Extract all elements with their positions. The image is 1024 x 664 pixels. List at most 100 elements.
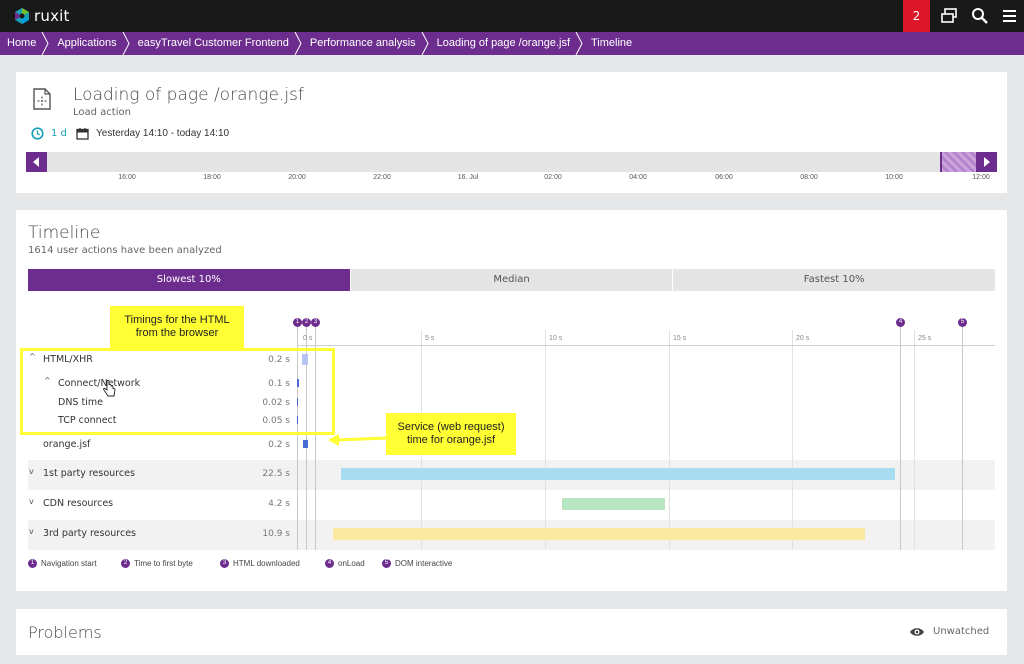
time-axis: [297, 345, 995, 346]
breadcrumb-action[interactable]: Loading of page /orange.jsf: [430, 32, 584, 55]
row-first-party-resources[interactable]: 1st party resources: [43, 468, 135, 479]
legend-marker: 1: [28, 559, 37, 568]
bar-orange-jsf[interactable]: [303, 440, 308, 448]
page-load-icon: [33, 88, 51, 110]
legend-marker: 5: [382, 559, 391, 568]
chevron-left-icon: [33, 157, 39, 167]
slider-prev-button[interactable]: [26, 152, 47, 172]
clock-icon[interactable]: [31, 127, 44, 140]
row-third-party-resources[interactable]: 3rd party resources: [43, 528, 136, 539]
row-value: 4.2 s: [268, 499, 290, 509]
chevron-down-icon[interactable]: v: [29, 467, 34, 476]
legend-item: 5 DOM interactive: [382, 559, 452, 568]
marker-html-downloaded[interactable]: 3: [311, 318, 320, 327]
calendar-icon[interactable]: [76, 127, 89, 140]
marker-dom-interactive[interactable]: 5: [958, 318, 967, 327]
legend-marker: 3: [220, 559, 229, 568]
slider-next-button[interactable]: [976, 152, 997, 172]
legend-item: 4 onLoad: [325, 559, 365, 568]
grid-line: [914, 330, 915, 550]
tab-median[interactable]: Median: [350, 269, 674, 291]
marker-line: [962, 325, 963, 550]
scale-label: 0 s: [303, 335, 313, 342]
problems-title: Problems: [28, 623, 102, 642]
row-value: 10.9 s: [262, 529, 290, 539]
breadcrumb-home[interactable]: Home: [0, 32, 50, 55]
slider-tick: 12:00: [972, 174, 990, 181]
slider-tick: 18:00: [203, 174, 221, 181]
timeframe-selector[interactable]: 1 d: [51, 128, 67, 139]
breadcrumb-application[interactable]: easyTravel Customer Frontend: [131, 32, 303, 55]
legend-label: Time to first byte: [134, 559, 193, 568]
breadcrumb: Home Applications easyTravel Customer Fr…: [0, 32, 1024, 55]
app-logo[interactable]: ruxit: [13, 7, 70, 25]
grid-line: [792, 330, 793, 550]
marker-first-byte[interactable]: 2: [302, 318, 311, 327]
chevron-right-icon: [984, 157, 990, 167]
slider-selection-handle[interactable]: [940, 152, 976, 172]
slider-tick: 06:00: [715, 174, 733, 181]
legend-item: 1 Navigation start: [28, 559, 97, 568]
legend-label: onLoad: [338, 559, 365, 568]
watch-toggle[interactable]: Unwatched: [909, 626, 989, 637]
bar-cdn-resources[interactable]: [562, 498, 665, 510]
tab-slowest[interactable]: Slowest 10%: [28, 269, 351, 291]
legend-marker: 4: [325, 559, 334, 568]
slider-tick: 16:00: [118, 174, 136, 181]
problems-panel: Problems Unwatched: [16, 609, 1007, 655]
page-subtitle: Load action: [73, 107, 131, 118]
scale-label: 10 s: [549, 335, 563, 342]
legend-label: DOM interactive: [395, 559, 453, 568]
top-bar: ruxit 2: [0, 0, 1024, 32]
notification-badge[interactable]: 2: [903, 0, 930, 32]
marker-onload[interactable]: 4: [896, 318, 905, 327]
ruxit-logo-icon: [15, 8, 29, 24]
cursor-icon: [103, 380, 116, 397]
bar-first-party-resources[interactable]: [341, 468, 895, 480]
slider-tick: 16. Jul: [457, 174, 479, 181]
row-value: 22.5 s: [262, 469, 290, 479]
search-icon[interactable]: [970, 6, 990, 26]
percentile-tabs: Slowest 10% Median Fastest 10%: [28, 269, 996, 291]
legend-label: Navigation start: [41, 559, 97, 568]
grid-line: [669, 330, 670, 550]
legend-item: 3 HTML downloaded: [220, 559, 300, 568]
html-timings-highlight: [20, 348, 335, 435]
marker-navigation-start[interactable]: 1: [293, 318, 302, 327]
legend-marker: 2: [121, 559, 130, 568]
scale-label: 5 s: [425, 335, 435, 342]
watch-label: Unwatched: [933, 626, 990, 637]
row-cdn-resources[interactable]: CDN resources: [43, 498, 113, 509]
grid-line: [545, 330, 546, 550]
chevron-down-icon[interactable]: v: [29, 527, 34, 536]
legend-label: HTML downloaded: [233, 559, 300, 568]
scale-label: 20 s: [796, 335, 810, 342]
tab-fastest[interactable]: Fastest 10%: [673, 269, 996, 291]
logo-text: ruxit: [34, 7, 70, 25]
timeline-subtitle: 1614 user actions have been analyzed: [28, 245, 222, 256]
scale-label: 25 s: [918, 335, 932, 342]
slider-tick: 02:00: [544, 174, 562, 181]
menu-icon[interactable]: [1000, 6, 1020, 26]
timeframe-slider[interactable]: [26, 152, 996, 172]
windows-icon[interactable]: [939, 6, 959, 26]
breadcrumb-applications[interactable]: Applications: [50, 32, 130, 55]
html-timings-callout: Timings for the HTML from the browser: [110, 306, 244, 348]
marker-line: [900, 325, 901, 550]
row-orange-jsf[interactable]: orange.jsf: [43, 439, 90, 450]
breadcrumb-performance[interactable]: Performance analysis: [303, 32, 430, 55]
chevron-down-icon[interactable]: v: [29, 497, 34, 506]
scale-label: 15 s: [673, 335, 687, 342]
action-header-panel: Loading of page /orange.jsf Load action …: [16, 72, 1007, 193]
service-callout: Service (web request) time for orange.js…: [386, 413, 516, 455]
bar-third-party-resources[interactable]: [333, 528, 865, 540]
eye-icon: [910, 627, 924, 636]
slider-tick: 10:00: [885, 174, 903, 181]
row-value: 0.2 s: [268, 440, 290, 450]
timeline-title: Timeline: [28, 223, 101, 243]
timeframe-range: Yesterday 14:10 - today 14:10: [96, 128, 230, 139]
callout-arrow-icon: [328, 434, 389, 446]
slider-tick: 04:00: [629, 174, 647, 181]
legend-item: 2 Time to first byte: [121, 559, 193, 568]
slider-tick: 08:00: [800, 174, 818, 181]
